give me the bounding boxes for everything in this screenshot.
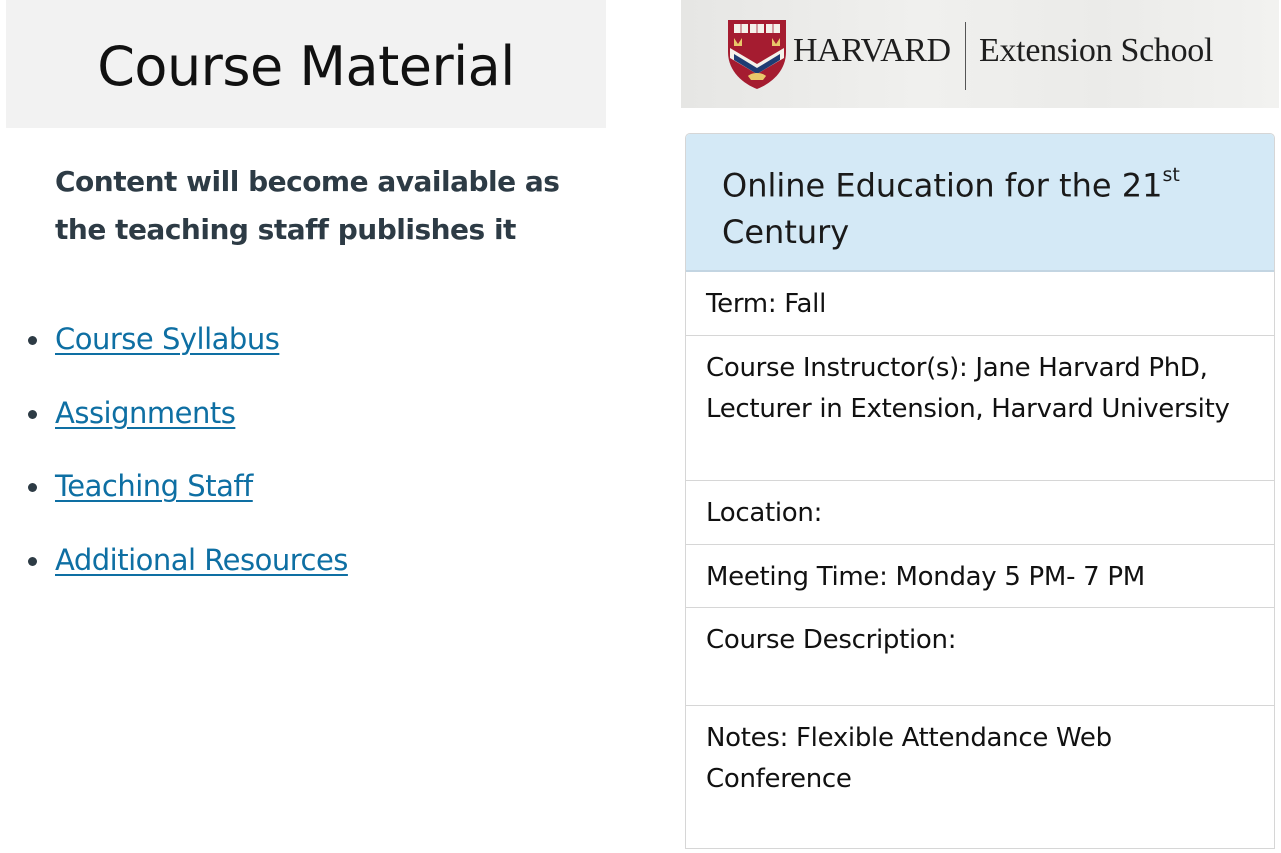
additional-resources-link[interactable]: Additional Resources bbox=[55, 543, 348, 577]
list-item: Additional Resources bbox=[24, 523, 584, 597]
location-row: Location: bbox=[686, 481, 1274, 545]
course-title-end: Century bbox=[722, 212, 850, 251]
harvard-extension-banner: HARVARD Extension School bbox=[681, 0, 1279, 108]
bullet-icon bbox=[28, 409, 37, 419]
course-material-header: Course Material bbox=[6, 0, 606, 128]
course-syllabus-link[interactable]: Course Syllabus bbox=[55, 322, 280, 356]
list-item: Teaching Staff bbox=[24, 449, 584, 523]
brand-harvard: HARVARD bbox=[793, 32, 951, 69]
bullet-icon bbox=[28, 483, 37, 493]
teaching-staff-link[interactable]: Teaching Staff bbox=[55, 469, 253, 503]
bullet-icon bbox=[28, 335, 37, 345]
course-title: Online Education for the 21st Century bbox=[686, 134, 1274, 272]
assignments-link[interactable]: Assignments bbox=[55, 396, 236, 430]
page-title: Course Material bbox=[97, 34, 515, 98]
course-info-card: Online Education for the 21st Century Te… bbox=[685, 133, 1275, 849]
description-row: Course Description: bbox=[686, 608, 1274, 706]
brand-extension-school: Extension School bbox=[979, 32, 1214, 69]
meeting-time-row: Meeting Time: Monday 5 PM- 7 PM bbox=[686, 545, 1274, 608]
intro-text: Content will become available as the tea… bbox=[55, 165, 560, 246]
brand-divider bbox=[965, 22, 966, 90]
course-title-superscript: st bbox=[1162, 164, 1180, 186]
course-links-list: Course Syllabus Assignments Teaching Sta… bbox=[24, 302, 584, 597]
course-title-main: Online Education for the 21 bbox=[722, 166, 1163, 205]
term-row: Term: Fall bbox=[686, 272, 1274, 336]
list-item: Assignments bbox=[24, 376, 584, 450]
notes-row: Notes: Flexible Attendance Web Conferenc… bbox=[706, 723, 1112, 794]
bullet-icon bbox=[28, 556, 37, 566]
instructor-row: Course Instructor(s): Jane Harvard PhD, … bbox=[686, 336, 1274, 481]
list-item: Course Syllabus bbox=[24, 302, 584, 376]
harvard-shield-icon bbox=[728, 20, 786, 89]
